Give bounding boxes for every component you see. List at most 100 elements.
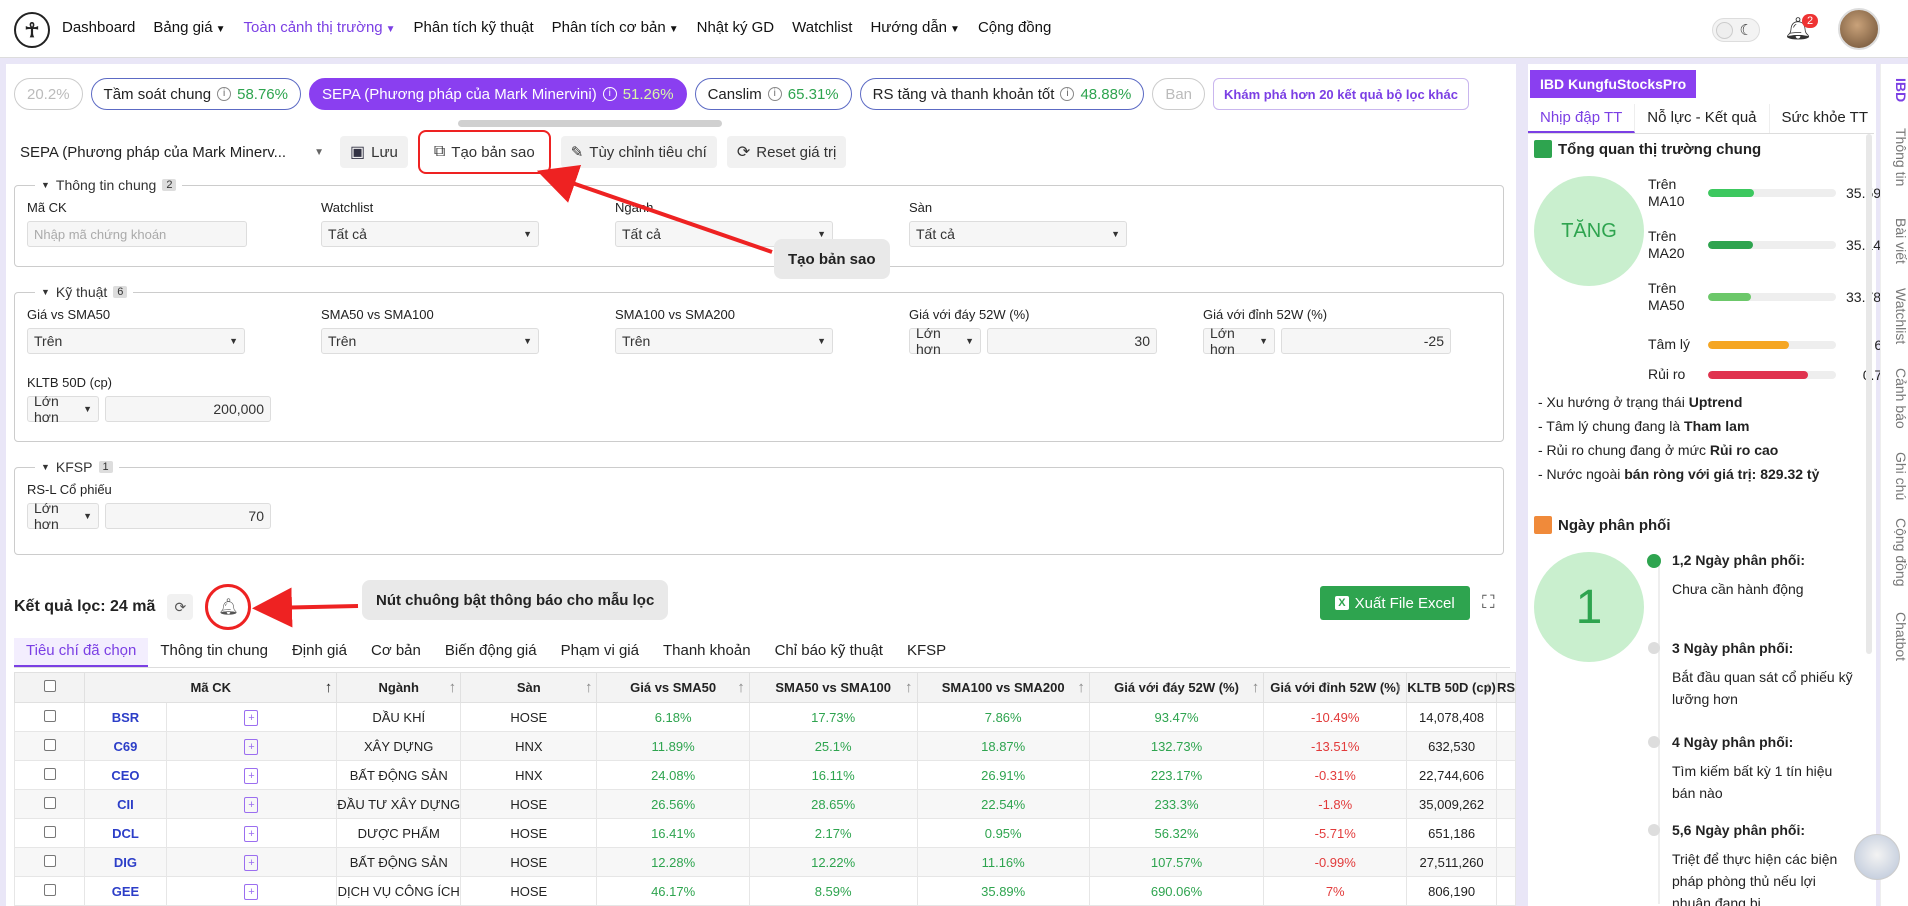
ticker-cell[interactable]: BSR	[84, 702, 167, 732]
results-tab[interactable]: Chỉ báo kỹ thuật	[763, 638, 895, 667]
vertical-tab[interactable]: Ghi chú	[1881, 452, 1908, 500]
results-tab[interactable]: KFSP	[895, 638, 958, 667]
results-tab[interactable]: Thanh khoản	[651, 638, 763, 667]
add-icon[interactable]: +	[244, 854, 259, 871]
table-row[interactable]: C69 + XÂY DỰNG HNX 11.89% 25.1% 18.87% 132.73% -…	[13, 731, 1517, 761]
sidebar-tab[interactable]: Nỗ lực - Kết quả	[1635, 104, 1770, 133]
checkbox[interactable]	[43, 709, 56, 722]
nav-item[interactable]: Watchlist	[792, 19, 852, 36]
results-tab[interactable]: Định giá	[280, 638, 359, 667]
operator-select[interactable]: Lớn hơn ▼	[27, 393, 99, 425]
results-tab[interactable]: Cơ bản	[359, 638, 433, 667]
ticker-cell[interactable]: CEO	[84, 760, 167, 790]
pill-sepa[interactable]: SEPA (Phương pháp của Mark Minervini) i …	[308, 78, 687, 110]
add-cell[interactable]: +	[165, 847, 338, 877]
logo-icon[interactable]: ☥	[14, 12, 50, 48]
column-header[interactable]: Mã CK ↑	[84, 672, 338, 703]
table-row[interactable]: CEO + BẤT ĐỘNG SẢN HNX 24.08% 16.11% 26.91% 223…	[13, 760, 1517, 790]
results-tab[interactable]: Biến động giá	[433, 638, 549, 667]
customize-button[interactable]: ✎ Tùy chỉnh tiêu chí	[560, 136, 717, 168]
expand-icon[interactable]: ⛶	[1482, 592, 1495, 613]
info-icon[interactable]: i	[1060, 87, 1075, 101]
vertical-tab[interactable]: Cộng đồng	[1881, 518, 1908, 587]
add-icon[interactable]: +	[244, 883, 259, 900]
info-icon[interactable]: i	[217, 87, 232, 101]
column-header[interactable]: Ngành ↑	[336, 672, 462, 703]
watchlist-select[interactable]: Tất cả ▼	[321, 221, 539, 247]
ticker-cell[interactable]: DCL	[84, 818, 167, 848]
checkbox[interactable]	[43, 854, 56, 867]
nav-item[interactable]: Phân tích cơ bản ▼	[552, 19, 679, 36]
value-input[interactable]: 70	[105, 503, 271, 529]
reset-button[interactable]: ⟳ Reset giá trị	[726, 136, 847, 168]
section-legend[interactable]: ▼ KFSP 1	[35, 459, 119, 475]
add-icon[interactable]: +	[244, 738, 259, 755]
table-row[interactable]: GEE + DỊCH VỤ CÔNG ÍCH HOSE 46.17% 8.59% 35.89…	[13, 876, 1517, 906]
chatbot-icon[interactable]	[1854, 834, 1900, 880]
checkbox[interactable]	[43, 796, 56, 809]
vertical-tab[interactable]: Bài viết	[1881, 218, 1908, 264]
results-tab[interactable]: Tiêu chí đã chọn	[14, 638, 149, 667]
operator-select[interactable]: Lớn hơn ▼	[27, 500, 99, 532]
price-vs-sma50-select[interactable]: Trên ▼	[27, 328, 245, 354]
operator-select[interactable]: Lớn hơn ▼	[1203, 325, 1275, 357]
column-header[interactable]: SMA50 vs SMA100 ↑	[748, 672, 918, 703]
sort-arrow-icon[interactable]: ↑	[585, 679, 593, 696]
column-header[interactable]: Sàn ↑	[460, 672, 598, 703]
row-checkbox-cell[interactable]	[13, 789, 86, 819]
column-header[interactable]: Giá vs SMA50 ↑	[596, 672, 750, 703]
ticker-cell[interactable]: CII	[84, 789, 167, 819]
column-header[interactable]: Giá với đáy 52W (%) ↑	[1088, 672, 1265, 703]
export-excel-button[interactable]: X Xuất File Excel	[1320, 586, 1470, 620]
checkbox[interactable]	[43, 738, 56, 751]
add-cell[interactable]: +	[165, 876, 338, 906]
horizontal-scrollbar[interactable]	[458, 120, 722, 127]
nav-item[interactable]: Phân tích kỹ thuật	[414, 19, 534, 36]
operator-select[interactable]: Lớn hơn ▼	[909, 325, 981, 357]
sidebar-tab[interactable]: Nhịp đập TT	[1528, 104, 1636, 133]
template-select[interactable]: SEPA (Phương pháp của Mark Minerv... ▼	[14, 136, 330, 168]
sort-arrow-icon[interactable]: ↑	[1484, 679, 1492, 696]
pill-canslim[interactable]: Canslim i 65.31%	[694, 78, 852, 110]
table-row[interactable]: BSR + DẦU KHÍ HOSE 6.18% 17.73% 7.86% 93.47% -10…	[13, 702, 1517, 732]
checkbox[interactable]	[43, 825, 56, 838]
add-icon[interactable]: +	[244, 709, 259, 726]
checkbox[interactable]	[43, 883, 56, 896]
ticker-cell[interactable]: DIG	[84, 847, 167, 877]
info-icon[interactable]: i	[767, 87, 782, 101]
results-tab[interactable]: Thông tin chung	[148, 638, 280, 667]
pill-tam-soat-chung[interactable]: Tầm soát chung i 58.76%	[90, 78, 301, 110]
copy-button[interactable]: ⧉ Tạo bản sao	[417, 130, 551, 174]
nav-item[interactable]: Cộng đồng	[978, 19, 1051, 36]
sort-arrow-icon[interactable]: ↑	[449, 679, 457, 696]
row-checkbox-cell[interactable]	[13, 731, 86, 761]
row-checkbox-cell[interactable]	[13, 876, 86, 906]
add-icon[interactable]: +	[244, 796, 259, 813]
checkbox[interactable]	[43, 767, 56, 780]
save-button[interactable]: ▣ Lưu	[340, 136, 408, 168]
add-cell[interactable]: +	[165, 760, 338, 790]
add-icon[interactable]: +	[244, 825, 259, 842]
sort-arrow-icon[interactable]: ↑	[737, 679, 745, 696]
sidebar-title[interactable]: IBD KungfuStocksPro	[1530, 70, 1697, 98]
table-row[interactable]: DCL + DƯỢC PHẨM HOSE 16.41% 2.17% 0.95% 56.32% -…	[13, 818, 1517, 848]
ticker-cell[interactable]: GEE	[84, 876, 167, 906]
column-header[interactable]: Giá với đỉnh 52W (%) ↑	[1263, 672, 1408, 703]
info-icon[interactable]: i	[602, 87, 617, 101]
table-row[interactable]: CII + ĐẦU TƯ XÂY DỰNG HOSE 26.56% 28.65% 22.54…	[13, 789, 1517, 819]
table-row[interactable]: DIG + BẤT ĐỘNG SẢN HOSE 12.28% 12.22% 11.16% 10…	[13, 847, 1517, 877]
column-header[interactable]: RS	[1495, 672, 1517, 703]
bell-icon[interactable]: 🔔︎	[205, 584, 252, 630]
sidebar-tab[interactable]: Sức khỏe TT	[1770, 104, 1874, 133]
row-checkbox-cell[interactable]	[13, 702, 86, 732]
sidebar-scrollbar[interactable]	[1866, 134, 1872, 654]
value-input[interactable]: 200,000	[105, 396, 271, 422]
ticker-cell[interactable]: C69	[84, 731, 167, 761]
results-tab[interactable]: Phạm vi giá	[549, 638, 651, 667]
section-legend[interactable]: ▼ Kỹ thuật 6	[35, 284, 134, 300]
refresh-icon[interactable]: ⟳	[167, 594, 194, 620]
pill-partial-right[interactable]: Ban	[1152, 78, 1206, 110]
add-icon[interactable]: +	[244, 767, 259, 784]
exchange-select[interactable]: Tất cả ▼	[909, 221, 1127, 247]
nav-item[interactable]: Dashboard	[62, 19, 135, 36]
